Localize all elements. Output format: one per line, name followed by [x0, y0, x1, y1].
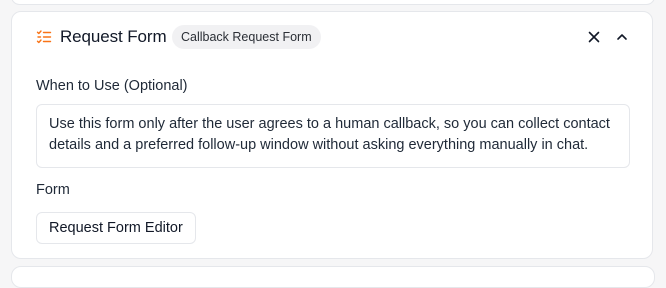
next-card-edge	[11, 266, 655, 288]
when-to-use-label: When to Use (Optional)	[36, 78, 188, 94]
request-form-card: Request Form Callback Request Form When …	[11, 11, 653, 259]
previous-card-edge	[11, 0, 655, 5]
form-label: Form	[36, 182, 70, 198]
form-type-badge: Callback Request Form	[172, 25, 321, 49]
chevron-up-icon	[617, 34, 627, 40]
card-header: Request Form Callback Request Form	[12, 24, 652, 50]
when-to-use-textarea[interactable]: Use this form only after the user agrees…	[36, 104, 630, 168]
request-form-editor-button[interactable]: Request Form Editor	[36, 212, 196, 244]
card-title: Request Form	[60, 27, 167, 46]
close-icon	[588, 31, 600, 43]
list-check-icon	[36, 29, 52, 45]
collapse-button[interactable]	[612, 27, 632, 47]
close-button[interactable]	[584, 27, 604, 47]
